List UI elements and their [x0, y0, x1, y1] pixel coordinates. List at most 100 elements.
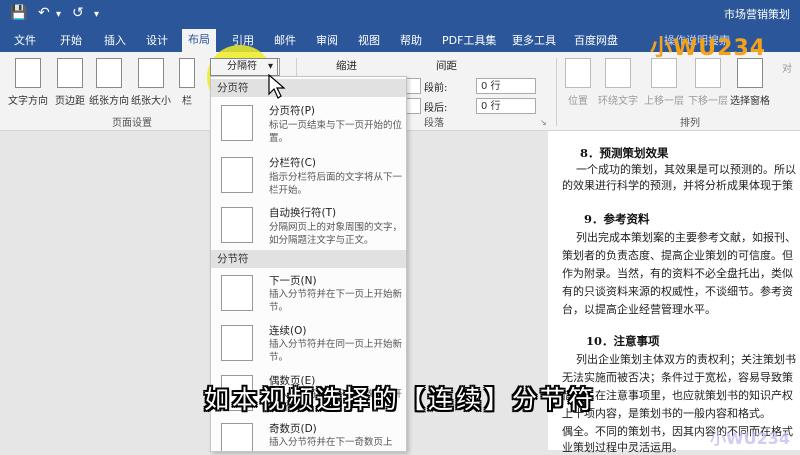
- bring-forward-label: 上移一层: [644, 96, 684, 107]
- spacing-after-label: 段后:: [424, 103, 448, 114]
- position-button[interactable]: 位置: [562, 58, 594, 107]
- size-button[interactable]: 纸张大小: [130, 58, 172, 107]
- columns-icon: [179, 58, 195, 88]
- tab-help[interactable]: 帮助: [400, 32, 422, 48]
- spacing-before-input[interactable]: 0 行: [476, 78, 536, 94]
- orientation-button[interactable]: 纸张方向: [88, 58, 130, 107]
- paragraph-line: 作为附录。当然，有的资料不必全盘托出，类似: [562, 267, 793, 280]
- menu-item-title: 自动换行符(T): [269, 207, 337, 219]
- menu-item-desc: 插入分节符并在下一奇数页上: [269, 437, 393, 448]
- title-bar: 💾 ↶ ▾ ↺ ▾ 市场营销策划: [0, 0, 800, 28]
- indent-label: 缩进: [336, 60, 357, 72]
- continuous-icon: [221, 325, 253, 361]
- undo-icon[interactable]: ↶: [38, 5, 50, 21]
- orientation-icon: [96, 58, 122, 88]
- tab-review[interactable]: 审阅: [316, 32, 338, 48]
- tab-mailings[interactable]: 邮件: [274, 32, 296, 48]
- margins-icon: [57, 58, 83, 88]
- chevron-down-icon: ▾: [267, 61, 273, 72]
- menu-item-next-page[interactable]: 下一页(N) 插入分节符并在下一页上开始新节。: [211, 271, 406, 319]
- indent-left-input[interactable]: [405, 78, 421, 94]
- menu-item-column-break[interactable]: 分栏符(C) 指示分栏符后面的文字将从下一栏开始。: [211, 151, 406, 203]
- tab-more-tools[interactable]: 更多工具: [512, 32, 556, 48]
- watermark-logo: 小WU234: [650, 36, 767, 61]
- video-subtitle: 如本视频选择的【连续】分节符: [203, 385, 596, 414]
- wrap-text-icon: [605, 58, 631, 88]
- paragraph-dialog-launcher-icon[interactable]: ↘: [540, 118, 547, 127]
- tab-baidu-netdisk[interactable]: 百度网盘: [574, 32, 618, 48]
- menu-item-title: 奇数页(D): [269, 423, 317, 435]
- undo-dropdown-icon[interactable]: ▾: [56, 9, 61, 20]
- columns-button[interactable]: 栏: [176, 58, 198, 107]
- column-break-icon: [221, 157, 253, 193]
- paragraph-line: 一个成功的策划，其效果是可以预测的。所以: [576, 163, 796, 176]
- menu-item-desc: 标记一页结束与下一页开始的位置。: [269, 120, 403, 144]
- send-backward-icon: [695, 58, 721, 88]
- text-direction-button[interactable]: 文字方向: [6, 58, 50, 107]
- page-break-icon: [221, 105, 253, 141]
- paragraph-line: 策划者的负责态度、提高企业策划的可信度。但: [562, 249, 793, 262]
- document-title: 市场营销策划: [724, 8, 790, 21]
- menu-item-odd-page[interactable]: 奇数页(D) 插入分节符并在下一奇数页上: [211, 419, 406, 451]
- heading-8: 8．预测策划效果: [580, 146, 669, 160]
- selection-pane-button[interactable]: 选择窗格: [728, 58, 772, 107]
- menu-item-text-wrapping-break[interactable]: 自动换行符(T) 分隔网页上的对象周围的文字，如分隔题注文字与正文。: [211, 201, 406, 253]
- mouse-cursor-icon: [268, 74, 286, 99]
- arrange-group-label: 排列: [680, 118, 700, 129]
- text-direction-icon: [15, 58, 41, 88]
- tab-pdf-tools[interactable]: PDF工具集: [442, 32, 496, 48]
- heading-10: 10．注意事项: [586, 334, 660, 348]
- tab-insert[interactable]: 插入: [104, 32, 126, 48]
- page-breaks-header: 分页符: [211, 79, 406, 97]
- menu-item-title: 连续(O): [269, 325, 307, 337]
- paper-size-icon: [138, 58, 164, 88]
- breaks-label: 分隔符: [227, 61, 257, 72]
- next-page-icon: [221, 275, 253, 311]
- tab-view[interactable]: 视图: [358, 32, 380, 48]
- position-icon: [565, 58, 591, 88]
- paragraph-line: 列出企业策划主体双方的责权利；关注策划书: [576, 353, 796, 366]
- text-direction-label: 文字方向: [8, 96, 48, 107]
- indent-right-input[interactable]: [405, 98, 421, 114]
- redo-icon[interactable]: ↺: [72, 5, 84, 21]
- menu-item-desc: 插入分节符并在同一页上开始新节。: [269, 339, 403, 363]
- paragraph-line: 有的只谈资料来源的权威性，不谈细节。参考资: [562, 285, 793, 298]
- page-setup-group-label: 页面设置: [112, 118, 152, 129]
- paragraph-line: 列出完成本策划案的主要参考文献，如报刊、: [576, 231, 796, 244]
- menu-item-title: 分页符(P): [269, 105, 316, 117]
- columns-label: 栏: [182, 96, 192, 107]
- align-button[interactable]: 对: [782, 60, 792, 75]
- paragraph-line: 业策划过程中灵活运用。: [562, 441, 683, 454]
- customize-toolbar-icon[interactable]: ▾: [94, 9, 99, 20]
- section-breaks-header: 分节符: [211, 250, 406, 268]
- menu-item-title: 下一页(N): [269, 275, 317, 287]
- bring-forward-icon: [651, 58, 677, 88]
- menu-item-page-break[interactable]: 分页符(P) 标记一页结束与下一页开始的位置。: [211, 99, 406, 153]
- tab-home[interactable]: 开始: [60, 32, 82, 48]
- size-label: 纸张大小: [131, 96, 171, 107]
- menu-item-continuous[interactable]: 连续(O) 插入分节符并在同一页上开始新节。: [211, 321, 406, 369]
- margins-button[interactable]: 页边距: [52, 58, 88, 107]
- tab-design[interactable]: 设计: [146, 32, 168, 48]
- paragraph-line: 台，以提高企业经营管理水平。: [562, 303, 716, 316]
- paragraph-line: 的效果进行科学的预测，并将分析成果体现于策: [562, 179, 793, 192]
- menu-item-title: 分栏符(C): [269, 157, 317, 169]
- spacing-label: 间距: [436, 60, 457, 72]
- save-icon[interactable]: 💾: [10, 5, 27, 21]
- heading-9: 9．参考资料: [584, 212, 650, 226]
- watermark-logo-bottom: 小WU234: [710, 429, 791, 448]
- tab-layout[interactable]: 布局: [182, 29, 216, 52]
- selection-pane-icon: [737, 58, 763, 88]
- paragraph-group-label: 段落: [424, 118, 444, 129]
- spacing-after-input[interactable]: 0 行: [476, 98, 536, 114]
- text-wrapping-break-icon: [221, 207, 253, 243]
- bring-forward-button[interactable]: 上移一层: [642, 58, 686, 107]
- send-backward-button[interactable]: 下移一层: [686, 58, 730, 107]
- tab-file[interactable]: 文件: [14, 32, 36, 48]
- margins-label: 页边距: [55, 96, 85, 107]
- menu-item-desc: 插入分节符并在下一页上开始新节。: [269, 289, 403, 313]
- menu-item-desc: 分隔网页上的对象周围的文字，如分隔题注文字与正文。: [269, 222, 403, 246]
- odd-page-icon: [221, 423, 253, 451]
- wrap-text-button[interactable]: 环绕文字: [596, 58, 640, 107]
- orientation-label: 纸张方向: [89, 96, 129, 107]
